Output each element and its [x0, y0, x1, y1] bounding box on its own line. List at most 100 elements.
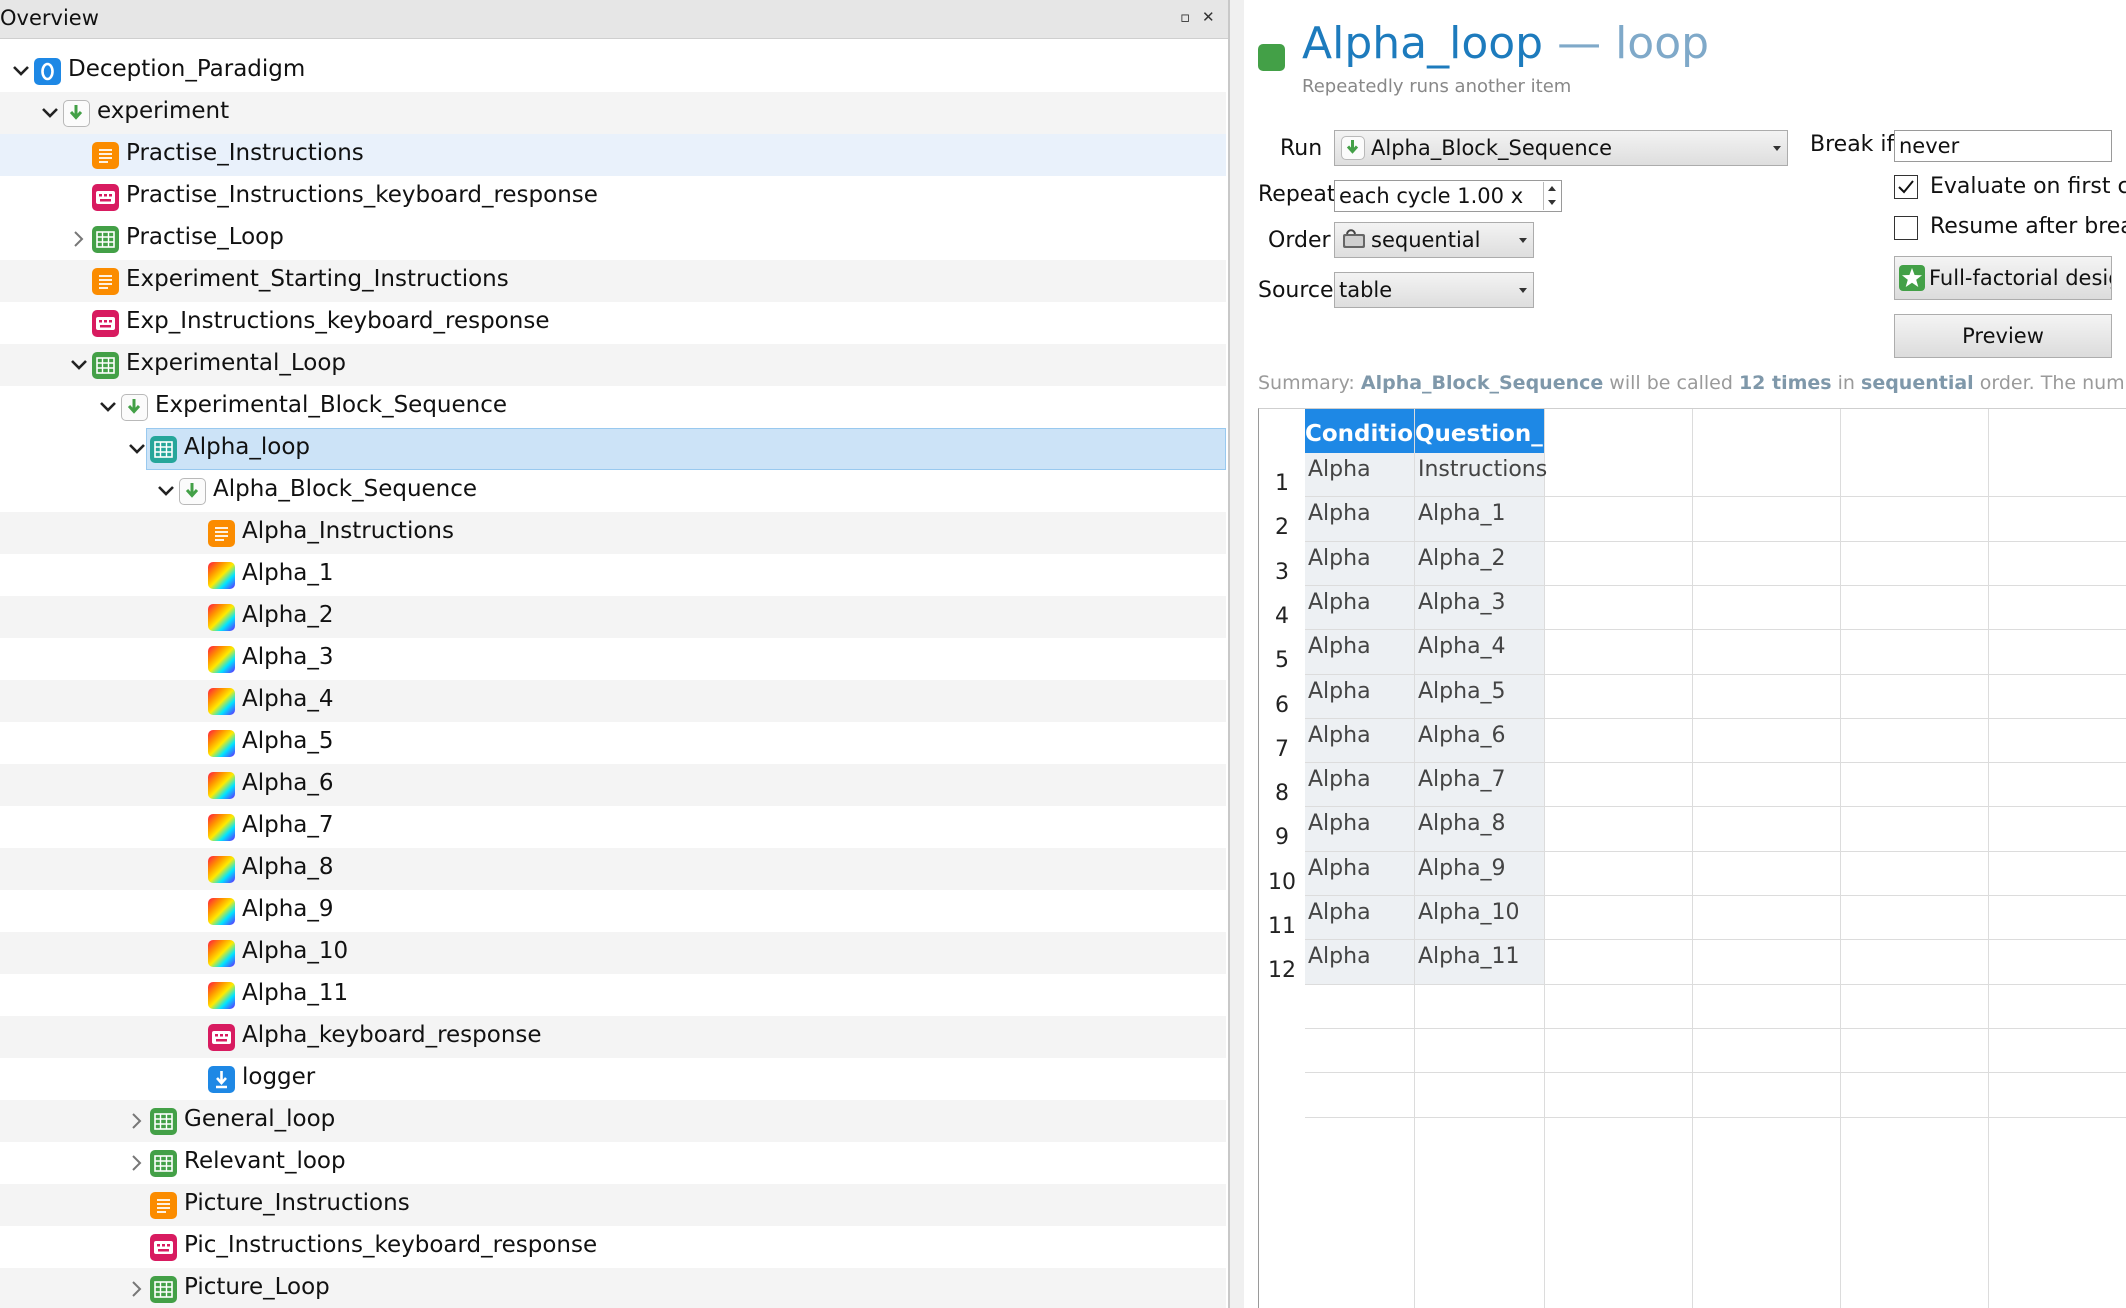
table-cell[interactable]: Alpha_4 — [1418, 634, 1506, 659]
chevron-down-icon[interactable] — [64, 344, 94, 386]
chevron-down-icon[interactable] — [35, 92, 65, 134]
table-cell[interactable]: Alpha_5 — [1418, 679, 1506, 704]
repeat-stepper[interactable] — [1543, 182, 1560, 210]
resume-after-break-label: Resume after break — [1930, 214, 2126, 239]
float-panel-icon[interactable]: ▫ — [1180, 8, 1190, 26]
row-number[interactable]: 7 — [1259, 737, 1305, 762]
row-number[interactable]: 9 — [1259, 825, 1305, 850]
row-number[interactable]: 8 — [1259, 781, 1305, 806]
table-cell[interactable]: Alpha_7 — [1418, 767, 1506, 792]
table-cell[interactable]: Alpha_10 — [1418, 900, 1520, 925]
table-cell[interactable]: Alpha — [1308, 501, 1371, 526]
row-number[interactable]: 11 — [1259, 914, 1305, 939]
tree-item[interactable]: Alpha_8 — [0, 848, 1226, 890]
table-cell[interactable]: Alpha_2 — [1418, 546, 1506, 571]
row-number[interactable]: 6 — [1259, 693, 1305, 718]
table-cell[interactable]: Alpha — [1308, 590, 1371, 615]
resume-after-break-checkbox[interactable] — [1894, 216, 1918, 240]
row-number[interactable]: 5 — [1259, 648, 1305, 673]
tree-item[interactable]: Alpha_6 — [0, 764, 1226, 806]
break-if-input[interactable] — [1894, 130, 2112, 162]
tree-item[interactable]: Experimental_Block_Sequence — [0, 386, 1226, 428]
tree-item[interactable]: Alpha_10 — [0, 932, 1226, 974]
tree-item[interactable]: Alpha_loop — [0, 428, 1226, 470]
tree-item[interactable]: logger — [0, 1058, 1226, 1100]
evaluate-first-checkbox[interactable] — [1894, 175, 1918, 199]
table-cell[interactable]: Alpha_6 — [1418, 723, 1506, 748]
chevron-right-icon[interactable] — [64, 218, 94, 260]
table-cell[interactable]: Alpha — [1308, 900, 1371, 925]
loop-table[interactable]: Condition Question_ID 1 Alpha Instructions 2 A… — [1258, 408, 2126, 1308]
row-number[interactable]: 2 — [1259, 515, 1305, 540]
table-cell[interactable]: Alpha — [1308, 546, 1371, 571]
table-cell[interactable]: Alpha_1 — [1418, 501, 1506, 526]
tree-item-label: Alpha_Instructions — [242, 518, 454, 544]
source-select[interactable]: table — [1334, 272, 1534, 308]
repeat-spinbox[interactable]: each cycle 1.00 x — [1334, 180, 1562, 212]
tree-item[interactable]: Practise_Instructions — [0, 134, 1226, 176]
table-cell[interactable]: Alpha — [1308, 767, 1371, 792]
tree-item[interactable]: Relevant_loop — [0, 1142, 1226, 1184]
tree-item[interactable]: Alpha_9 — [0, 890, 1226, 932]
preview-button[interactable]: Preview — [1894, 314, 2112, 358]
row-number[interactable]: 1 — [1259, 471, 1305, 496]
tree-item[interactable]: Picture_Instructions — [0, 1184, 1226, 1226]
tree-item[interactable]: Deception_Paradigm — [0, 50, 1226, 92]
row-number[interactable]: 12 — [1259, 958, 1305, 983]
column-header[interactable]: Condition — [1305, 409, 1429, 453]
table-cell[interactable]: Instructions — [1418, 457, 1547, 482]
row-number[interactable]: 10 — [1259, 870, 1305, 895]
chevron-right-icon[interactable] — [122, 1268, 152, 1308]
tree-item[interactable]: Alpha_11 — [0, 974, 1226, 1016]
grid-line — [1305, 1116, 2126, 1118]
tree-item[interactable]: Alpha_7 — [0, 806, 1226, 848]
item-description[interactable]: Repeatedly runs another item — [1302, 76, 1571, 97]
chevron-right-icon[interactable] — [122, 1100, 152, 1142]
table-cell[interactable]: Alpha_8 — [1418, 811, 1506, 836]
tree-item[interactable]: Alpha_keyboard_response — [0, 1016, 1226, 1058]
chevron-down-icon[interactable] — [151, 470, 181, 512]
tree-item[interactable]: Alpha_4 — [0, 680, 1226, 722]
tree-item[interactable]: Practise_Loop — [0, 218, 1226, 260]
table-cell[interactable]: Alpha — [1308, 811, 1371, 836]
chevron-right-icon[interactable] — [122, 1142, 152, 1184]
tree-item[interactable]: General_loop — [0, 1100, 1226, 1142]
column-header[interactable]: Question_ID — [1415, 409, 1570, 453]
tree-item[interactable]: Practise_Instructions_keyboard_response — [0, 176, 1226, 218]
tree-item[interactable]: experiment — [0, 92, 1226, 134]
tree-item[interactable]: Alpha_3 — [0, 638, 1226, 680]
table-cell[interactable]: Alpha_11 — [1418, 944, 1520, 969]
tree-item[interactable]: Alpha_1 — [0, 554, 1226, 596]
tree-item[interactable]: Alpha_Instructions — [0, 512, 1226, 554]
tree-item-label: experiment — [97, 98, 230, 124]
close-panel-icon[interactable]: ✕ — [1202, 8, 1215, 26]
tree-item[interactable]: Experiment_Starting_Instructions — [0, 260, 1226, 302]
row-number[interactable]: 3 — [1259, 560, 1305, 585]
order-select[interactable]: sequential — [1334, 222, 1534, 258]
chevron-down-icon[interactable] — [6, 50, 36, 92]
table-cell[interactable]: Alpha_9 — [1418, 856, 1506, 881]
tree-item[interactable]: Picture_Loop — [0, 1268, 1226, 1308]
table-cell[interactable]: Alpha — [1308, 634, 1371, 659]
row-number[interactable]: 4 — [1259, 604, 1305, 629]
full-factorial-design-button[interactable]: Full-factorial design — [1894, 256, 2112, 300]
tree-item[interactable]: Pic_Instructions_keyboard_response — [0, 1226, 1226, 1268]
tree-item-label: Alpha_keyboard_response — [242, 1022, 542, 1048]
table-cell[interactable]: Alpha — [1308, 856, 1371, 881]
tree-item[interactable]: Alpha_Block_Sequence — [0, 470, 1226, 512]
step-up-icon[interactable] — [1544, 182, 1560, 196]
tree-item[interactable]: Alpha_2 — [0, 596, 1226, 638]
table-cell[interactable]: Alpha — [1308, 457, 1371, 482]
step-down-icon[interactable] — [1544, 196, 1560, 210]
table-cell[interactable]: Alpha_3 — [1418, 590, 1506, 615]
item-title[interactable]: Alpha_loop — loop — [1302, 18, 1709, 69]
tree-item[interactable]: Experimental_Loop — [0, 344, 1226, 386]
table-cell[interactable]: Alpha — [1308, 723, 1371, 748]
tree-item[interactable]: Alpha_5 — [0, 722, 1226, 764]
chevron-down-icon[interactable] — [122, 428, 152, 470]
table-cell[interactable]: Alpha — [1308, 944, 1371, 969]
run-select[interactable]: Alpha_Block_Sequence — [1334, 130, 1788, 166]
tree-item[interactable]: Exp_Instructions_keyboard_response — [0, 302, 1226, 344]
table-cell[interactable]: Alpha — [1308, 679, 1371, 704]
chevron-down-icon[interactable] — [93, 386, 123, 428]
